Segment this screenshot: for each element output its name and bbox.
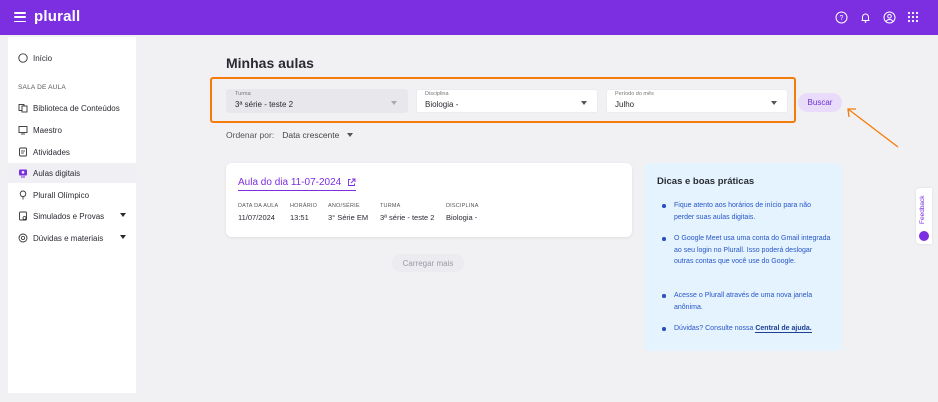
periodo-label: Período do mês: [615, 91, 654, 97]
olympic-icon: [18, 190, 28, 200]
sidebar-item-label: Início: [33, 53, 53, 63]
periodo-value: Julho: [615, 100, 635, 109]
sidebar-item-label: Plurall Olímpico: [33, 190, 90, 200]
sidebar-item-activities[interactable]: Atividades: [8, 142, 136, 162]
turma-label: Turma: [235, 91, 251, 97]
sidebar-item-olympic[interactable]: Plurall Olímpico: [8, 185, 136, 205]
lesson-title: Aula do dia 11-07-2024: [238, 177, 342, 188]
sidebar-section-title: SALA DE AULA: [18, 84, 66, 91]
sidebar-item-label: Maestro: [33, 125, 62, 135]
chevron-down-icon: [391, 101, 397, 105]
feedback-tab[interactable]: Feedback: [916, 188, 932, 244]
chevron-down-icon: [347, 133, 354, 137]
tips-panel: Dicas e boas práticas Fique atento aos h…: [644, 163, 842, 351]
sidebar: Início SALA DE AULA Biblioteca de Conteú…: [8, 37, 136, 393]
sort-label: Ordenar por:: [226, 130, 275, 140]
bell-icon[interactable]: [858, 10, 872, 24]
lesson-class: 3ª série - teste 2: [380, 213, 435, 222]
lesson-card: Aula do dia 11-07-2024 DATA DA AULA 11/0…: [226, 163, 632, 237]
tip-item: Dúvidas? Consulte nossa Central de ajuda…: [662, 323, 832, 335]
sidebar-item-home[interactable]: Início: [8, 48, 136, 68]
periodo-select[interactable]: Período do mês Julho: [606, 89, 788, 113]
disciplina-value: Biologia -: [425, 100, 459, 109]
bullet-icon: [662, 237, 666, 241]
turma-select[interactable]: Turma 3ª série - teste 2: [226, 89, 408, 113]
apps-grid-icon[interactable]: [906, 10, 920, 24]
sidebar-item-label: Aulas digitais: [33, 168, 81, 178]
bullet-icon: [662, 294, 666, 298]
sidebar-item-label: Simulados e Provas: [33, 211, 105, 221]
chevron-down-icon[interactable]: [120, 235, 126, 239]
sidebar-item-digital-classes[interactable]: Aulas digitais: [8, 163, 136, 183]
load-more-button[interactable]: Carregar mais: [392, 254, 464, 272]
maestro-icon: [18, 125, 28, 135]
svg-text:?: ?: [839, 15, 843, 22]
external-link-icon: [348, 178, 356, 186]
tip-item: Acesse o Plurall através de uma nova jan…: [662, 290, 832, 313]
lesson-date: 11/07/2024: [238, 213, 275, 222]
sidebar-item-questions[interactable]: Dúvidas e materiais: [8, 228, 136, 248]
sidebar-item-tests[interactable]: Simulados e Provas: [8, 206, 136, 226]
sidebar-item-maestro[interactable]: Maestro: [8, 120, 136, 140]
help-icon[interactable]: ?: [834, 10, 848, 24]
page-title: Minhas aulas: [226, 55, 314, 71]
bullet-icon: [662, 204, 666, 208]
smile-icon: [919, 231, 929, 241]
sidebar-item-label: Dúvidas e materiais: [33, 233, 104, 243]
column-header: ANO/SÉRIE: [328, 203, 360, 209]
sidebar-item-library[interactable]: Biblioteca de Conteúdos: [8, 98, 136, 118]
lesson-time: 13:51: [290, 213, 309, 222]
lesson-title-link[interactable]: Aula do dia 11-07-2024: [238, 177, 357, 191]
bullet-icon: [662, 327, 666, 331]
library-icon: [18, 103, 28, 113]
digital-classes-icon: [18, 168, 28, 178]
sort-value: Data crescente: [282, 130, 340, 140]
column-header: DISCIPLINA: [446, 203, 479, 209]
sidebar-item-label: Atividades: [33, 147, 70, 157]
help-center-link[interactable]: Central de ajuda.: [755, 325, 812, 333]
column-header: HORÁRIO: [290, 203, 318, 209]
menu-icon[interactable]: [14, 12, 26, 22]
tip-item: O Google Meet usa uma conta do Gmail int…: [662, 233, 832, 268]
user-icon[interactable]: [882, 10, 896, 24]
chevron-down-icon[interactable]: [120, 213, 126, 217]
annotation-arrow-icon: [847, 108, 899, 148]
activities-icon: [18, 147, 28, 157]
column-header: DATA DA AULA: [238, 203, 279, 209]
turma-value: 3ª série - teste 2: [235, 100, 294, 109]
sort-select[interactable]: Ordenar por: Data crescente: [226, 130, 354, 140]
chevron-down-icon: [581, 101, 587, 105]
tips-title: Dicas e boas práticas: [657, 176, 755, 187]
feedback-label: Feedback: [919, 195, 926, 224]
disciplina-select[interactable]: Disciplina Biologia -: [416, 89, 598, 113]
column-header: TURMA: [380, 203, 401, 209]
tests-icon: [18, 211, 28, 221]
plurall-logo[interactable]: plurall: [34, 8, 80, 25]
lesson-subject: Biologia -: [446, 213, 478, 222]
disciplina-label: Disciplina: [425, 91, 449, 97]
questions-icon: [18, 233, 28, 243]
home-icon: [18, 53, 28, 63]
sidebar-item-label: Biblioteca de Conteúdos: [33, 103, 120, 113]
top-bar: plurall ?: [0, 0, 938, 35]
tip-item: Fique atento aos horários de início para…: [662, 200, 832, 223]
search-button[interactable]: Buscar: [798, 93, 842, 112]
chevron-down-icon: [771, 101, 777, 105]
lesson-grade: 3° Série EM: [328, 213, 369, 222]
